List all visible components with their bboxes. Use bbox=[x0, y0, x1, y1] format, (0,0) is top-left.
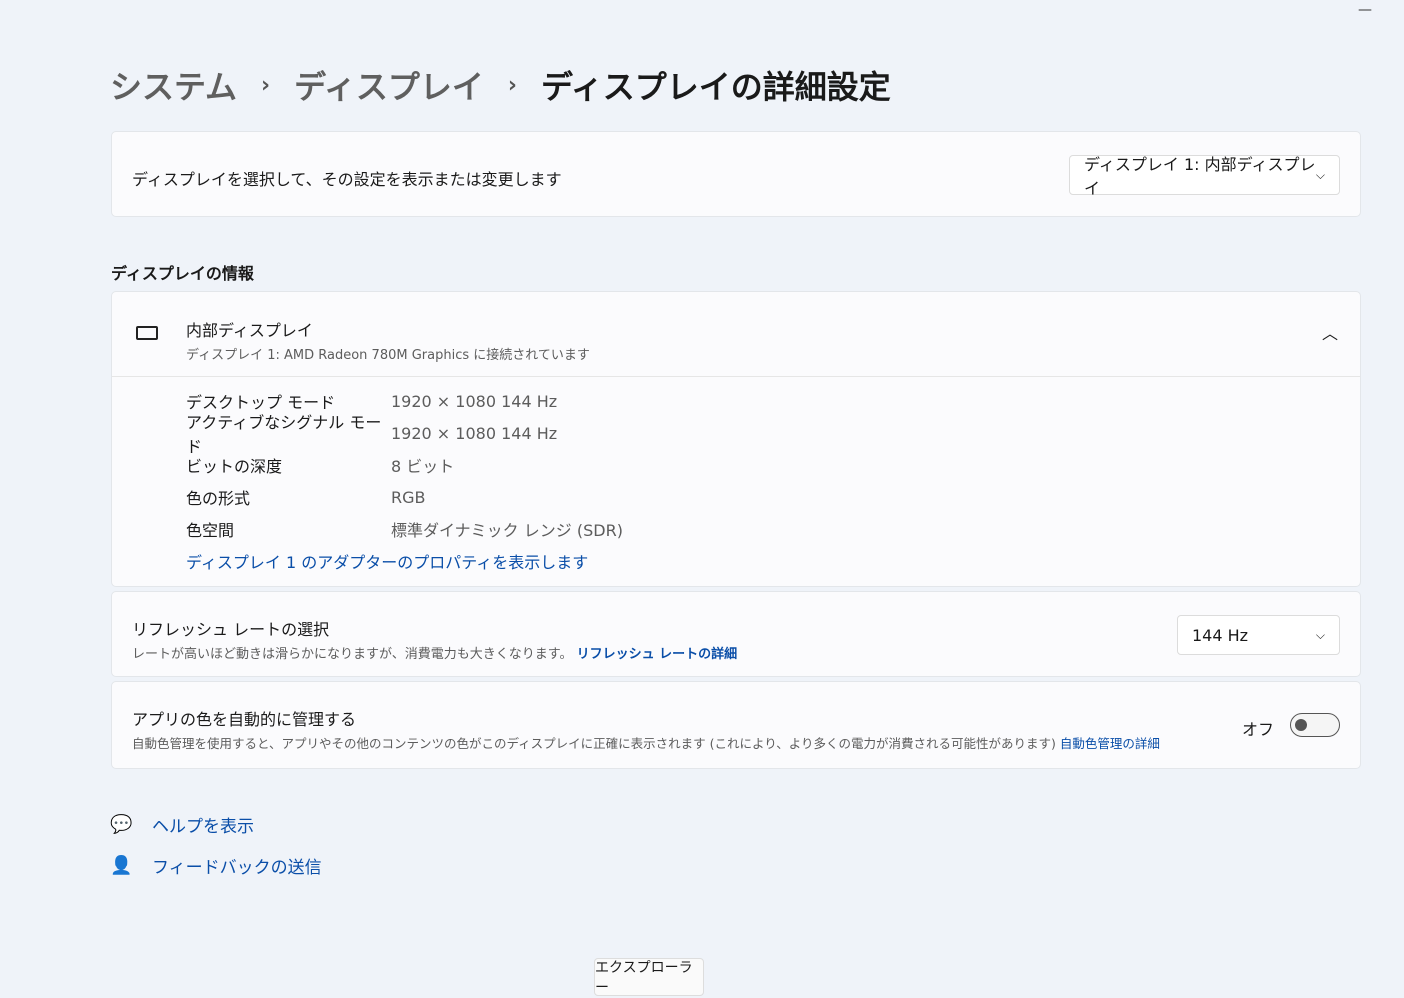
detail-value: 8 ビット bbox=[391, 457, 455, 476]
taskbar-tooltip: エクスプローラー bbox=[594, 958, 704, 996]
feedback-label: フィードバックの送信 bbox=[152, 858, 322, 878]
feedback-icon: 👤 bbox=[110, 855, 133, 876]
laptop-icon bbox=[136, 326, 158, 340]
display-dropdown-value: ディスプレイ 1: 内部ディスプレイ bbox=[1084, 155, 1316, 198]
auto-color-details-link[interactable]: 自動色管理の詳細 bbox=[1060, 736, 1160, 751]
breadcrumb: システム › ディスプレイ › ディスプレイの詳細設定 bbox=[110, 62, 891, 108]
auto-color-toggle[interactable] bbox=[1290, 713, 1340, 737]
feedback-link[interactable]: 👤 フィードバックの送信 bbox=[110, 853, 322, 878]
display-subtitle: ディスプレイ 1: AMD Radeon 780M Graphics に接続され… bbox=[186, 348, 590, 363]
auto-color-card: アプリの色を自動的に管理する 自動色管理を使用すると、アプリやその他のコンテンツ… bbox=[111, 681, 1361, 769]
detail-row: ビットの深度 8 ビット bbox=[186, 449, 623, 481]
detail-row: 色空間 標準ダイナミック レンジ (SDR) bbox=[186, 513, 623, 545]
detail-value: 1920 × 1080 144 Hz bbox=[391, 423, 558, 443]
section-heading: ディスプレイの情報 bbox=[111, 264, 254, 283]
detail-row: アクティブなシグナル モード 1920 × 1080 144 Hz bbox=[186, 413, 623, 456]
detail-row: 色の形式 RGB bbox=[186, 481, 623, 513]
detail-key: 色空間 bbox=[186, 521, 235, 540]
adapter-properties-link[interactable]: ディスプレイ 1 のアダプターのプロパティを表示します bbox=[186, 545, 623, 577]
display-info-header[interactable]: 内部ディスプレイ ディスプレイ 1: AMD Radeon 780M Graph… bbox=[112, 292, 1360, 377]
auto-color-desc: 自動色管理を使用すると、アプリやその他のコンテンツの色がこのディスプレイに正確に… bbox=[132, 736, 1056, 751]
detail-value: 1920 × 1080 144 Hz bbox=[391, 391, 558, 411]
detail-value: 標準ダイナミック レンジ (SDR) bbox=[391, 521, 623, 540]
detail-key: ビットの深度 bbox=[186, 457, 283, 476]
chevron-down-icon: ⌵ bbox=[1315, 167, 1325, 182]
display-info-card: 内部ディスプレイ ディスプレイ 1: AMD Radeon 780M Graph… bbox=[111, 291, 1361, 587]
display-dropdown[interactable]: ディスプレイ 1: 内部ディスプレイ ⌵ bbox=[1069, 155, 1340, 198]
refresh-rate-dropdown[interactable]: 144 Hz ⌵ bbox=[1177, 615, 1340, 655]
help-icon: 💬 bbox=[110, 814, 133, 835]
chevron-up-icon: ︿ bbox=[1321, 324, 1338, 343]
refresh-rate-card: リフレッシュ レートの選択 レートが高いほど動きは滑らかになりますが、消費電力も… bbox=[111, 591, 1361, 677]
refresh-rate-value: 144 Hz bbox=[1192, 625, 1249, 645]
select-display-card: ディスプレイを選択して、その設定を表示または変更します ディスプレイ 1: 内部… bbox=[111, 131, 1361, 217]
chevron-right-icon: › bbox=[507, 72, 517, 98]
detail-key: 色の形式 bbox=[186, 489, 251, 508]
page-title: ディスプレイの詳細設定 bbox=[540, 68, 891, 106]
display-details: デスクトップ モード 1920 × 1080 144 Hz アクティブなシグナル … bbox=[186, 385, 623, 577]
chevron-right-icon: › bbox=[261, 72, 271, 98]
auto-color-title: アプリの色を自動的に管理する bbox=[132, 710, 357, 729]
toggle-state-label: オフ bbox=[1241, 720, 1274, 739]
help-label: ヘルプを表示 bbox=[152, 817, 254, 837]
refresh-desc: レートが高いほど動きは滑らかになりますが、消費電力も大きくなります。 bbox=[132, 647, 573, 662]
minimize-button[interactable]: — bbox=[1358, 2, 1372, 18]
display-title: 内部ディスプレイ bbox=[186, 321, 313, 340]
detail-key: アクティブなシグナル モード bbox=[186, 413, 382, 456]
help-link[interactable]: 💬 ヘルプを表示 bbox=[110, 812, 254, 837]
breadcrumb-system[interactable]: システム bbox=[110, 62, 237, 108]
refresh-details-link[interactable]: リフレッシュ レートの詳細 bbox=[577, 647, 738, 662]
breadcrumb-display[interactable]: ディスプレイ bbox=[294, 62, 484, 108]
detail-value: RGB bbox=[391, 487, 426, 507]
chevron-down-icon: ⌵ bbox=[1315, 627, 1325, 642]
refresh-title: リフレッシュ レートの選択 bbox=[132, 620, 330, 639]
select-display-label: ディスプレイを選択して、その設定を表示または変更します bbox=[132, 170, 562, 189]
